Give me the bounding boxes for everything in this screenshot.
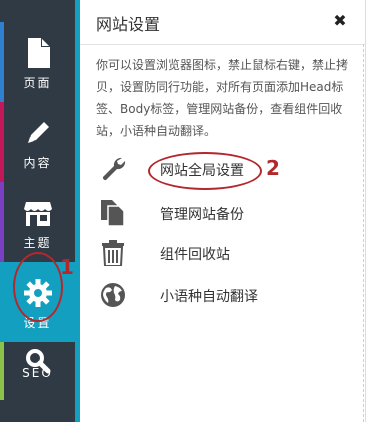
menu-item-label: 组件回收站	[160, 247, 230, 263]
annotation-circle-global-settings	[148, 152, 262, 190]
annotation-step-1: 1	[60, 255, 74, 279]
sidebar: 页面 内容 主题 设置 SEO	[0, 0, 80, 422]
wrench-icon	[100, 156, 126, 182]
menu-item-label: 小语种自动翻译	[160, 289, 258, 305]
sidebar-item-label: 页面	[23, 76, 52, 90]
app-root: 页面 内容 主题 设置 SEO 网站设置 ✖ 你可以设置浏览器图标，禁止鼠标右键…	[0, 0, 366, 422]
panel-header: 网站设置 ✖	[80, 0, 366, 45]
store-icon	[0, 196, 75, 230]
menu-item-label: 管理网站备份	[160, 207, 244, 223]
menu-item-auto-translate[interactable]: 小语种自动翻译	[96, 278, 358, 312]
sidebar-footer	[0, 400, 80, 422]
sidebar-item-label: 主题	[23, 236, 52, 250]
annotation-circle-settings	[13, 252, 63, 322]
sidebar-item-theme[interactable]: 主题	[0, 182, 75, 262]
menu-item-recycle-bin[interactable]: 组件回收站	[96, 236, 358, 270]
sidebar-item-content[interactable]: 内容	[0, 102, 75, 182]
close-button[interactable]: ✖	[332, 13, 348, 29]
sidebar-item-label: SEO	[22, 366, 53, 380]
panel-title: 网站设置	[96, 15, 161, 34]
sidebar-item-seo[interactable]: SEO	[0, 342, 75, 400]
pencil-icon	[0, 116, 75, 150]
settings-panel: 网站设置 ✖ 你可以设置浏览器图标，禁止鼠标右键，禁止拷贝，设置防同行功能，对所…	[80, 0, 366, 422]
backup-icon	[100, 200, 126, 227]
annotation-step-2: 2	[266, 156, 280, 180]
globe-icon	[100, 282, 126, 308]
trash-icon	[100, 240, 126, 266]
panel-description: 你可以设置浏览器图标，禁止鼠标右键，禁止拷贝，设置防同行功能，对所有页面添加He…	[96, 58, 349, 138]
sidebar-item-label: 内容	[23, 156, 52, 170]
page-icon	[0, 36, 75, 70]
scroll-edge	[362, 44, 364, 422]
sidebar-item-page[interactable]: 页面	[0, 22, 75, 102]
menu-item-backup[interactable]: 管理网站备份	[96, 196, 358, 230]
